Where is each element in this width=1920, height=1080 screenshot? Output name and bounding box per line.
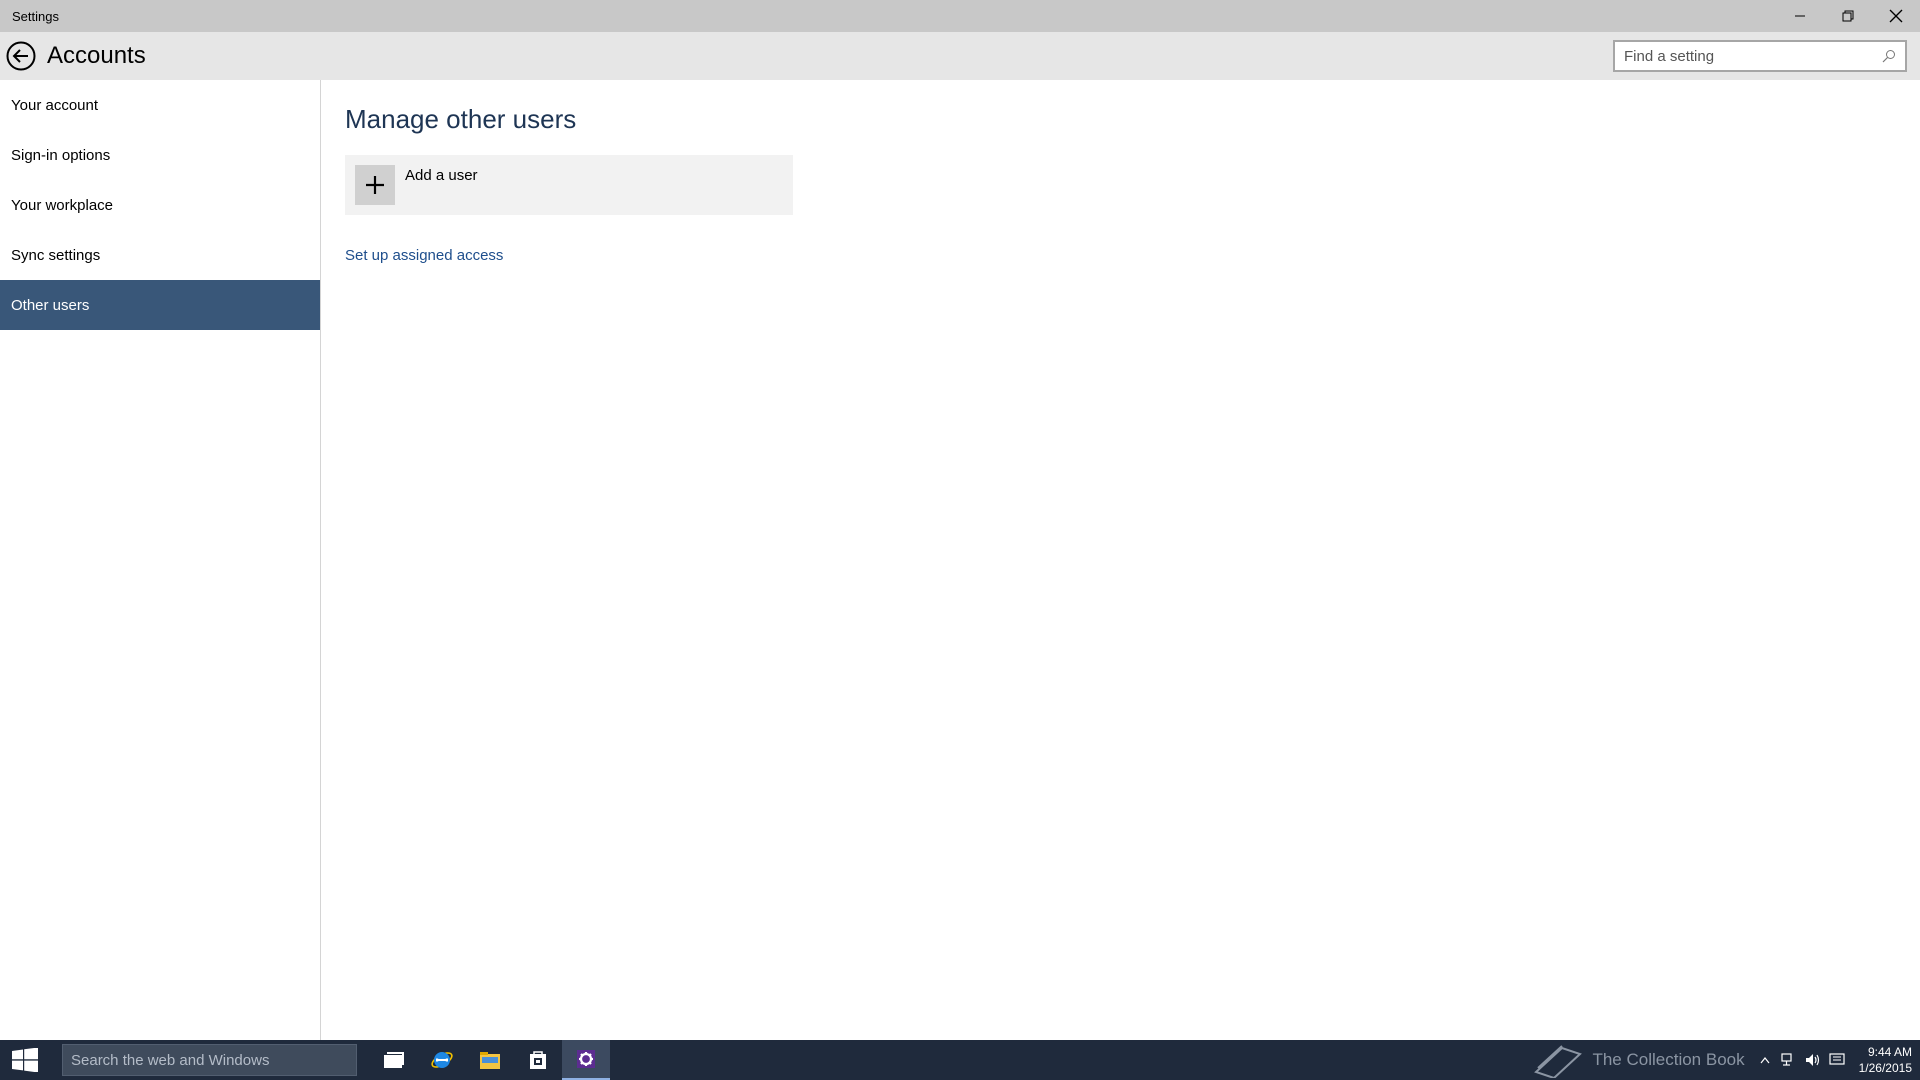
watermark-text: The Collection Book — [1592, 1050, 1745, 1069]
settings-app-button[interactable] — [562, 1040, 610, 1080]
gear-icon — [577, 1050, 595, 1068]
chevron-up-icon — [1760, 1057, 1770, 1064]
store-button[interactable] — [514, 1040, 562, 1080]
close-icon — [1889, 9, 1903, 23]
network-button[interactable] — [1777, 1040, 1801, 1080]
set-up-assigned-access-link[interactable]: Set up assigned access — [345, 247, 503, 264]
book-icon — [1534, 1045, 1583, 1078]
folder-icon — [480, 1052, 500, 1069]
volume-button[interactable] — [1801, 1040, 1825, 1080]
show-hidden-icons-button[interactable] — [1753, 1040, 1777, 1080]
sidebar-item-label: Sync settings — [11, 246, 101, 264]
taskbar: Search the web and Windows The Collectio… — [0, 1040, 1920, 1080]
add-user-button[interactable]: Add a user — [345, 155, 793, 215]
store-icon — [530, 1051, 546, 1069]
system-tray: The Collection Book 9:44 AM 1/26/2015 — [1532, 1040, 1912, 1080]
section-title: Manage other users — [345, 104, 577, 134]
task-view-button[interactable] — [370, 1040, 418, 1080]
add-user-label: Add a user — [405, 167, 478, 184]
main-content: Manage other users Add a user Set up ass… — [322, 80, 1920, 1040]
file-explorer-button[interactable] — [466, 1040, 514, 1080]
page-title: Accounts — [47, 42, 146, 69]
sidebar-item-your-account[interactable]: Your account — [0, 80, 320, 130]
action-center-button[interactable] — [1825, 1040, 1849, 1080]
minimize-icon — [1795, 15, 1805, 17]
sidebar-item-label: Sign-in options — [11, 146, 111, 164]
minimize-button[interactable] — [1776, 0, 1824, 32]
find-setting-input[interactable] — [1615, 47, 1877, 65]
sidebar-item-your-workplace[interactable]: Your workplace — [0, 180, 320, 230]
sidebar-item-sync-settings[interactable]: Sync settings — [0, 230, 320, 280]
start-button[interactable] — [0, 1040, 50, 1080]
taskbar-search-box[interactable]: Search the web and Windows — [62, 1044, 357, 1076]
search-icon[interactable] — [1877, 44, 1901, 68]
back-arrow-icon — [6, 41, 36, 71]
watermark: The Collection Book — [1532, 1042, 1745, 1078]
sidebar-item-label: Your workplace — [11, 196, 114, 214]
clock-time: 9:44 AM — [1867, 1045, 1912, 1059]
windows-logo-icon — [12, 1048, 38, 1072]
sidebar: Your account Sign-in options Your workpl… — [0, 80, 321, 1040]
close-button[interactable] — [1872, 0, 1920, 32]
internet-explorer-button[interactable] — [418, 1040, 466, 1080]
speaker-icon — [1805, 1054, 1819, 1066]
clock[interactable]: 9:44 AM 1/26/2015 — [1859, 1044, 1912, 1076]
restore-button[interactable] — [1824, 0, 1872, 32]
plus-tile — [355, 165, 395, 205]
clock-date: 1/26/2015 — [1858, 1061, 1912, 1075]
taskbar-apps — [370, 1040, 610, 1080]
back-button[interactable] — [6, 41, 36, 71]
internet-explorer-icon — [431, 1052, 453, 1068]
title-bar: Settings — [0, 0, 1920, 32]
network-icon — [1781, 1053, 1792, 1066]
window-controls — [1776, 0, 1920, 32]
sidebar-item-other-users[interactable]: Other users — [0, 280, 320, 330]
find-setting-box[interactable] — [1613, 40, 1907, 72]
window-title: Settings — [12, 8, 59, 24]
restore-icon — [1842, 10, 1854, 22]
taskbar-search-placeholder: Search the web and Windows — [71, 1051, 270, 1069]
task-view-icon — [384, 1052, 404, 1068]
plus-icon — [366, 176, 384, 194]
sidebar-item-label: Other users — [11, 296, 90, 314]
app-header: Accounts — [0, 32, 1920, 80]
notification-icon — [1829, 1053, 1845, 1065]
sidebar-item-label: Your account — [11, 96, 99, 114]
sidebar-item-sign-in-options[interactable]: Sign-in options — [0, 130, 320, 180]
